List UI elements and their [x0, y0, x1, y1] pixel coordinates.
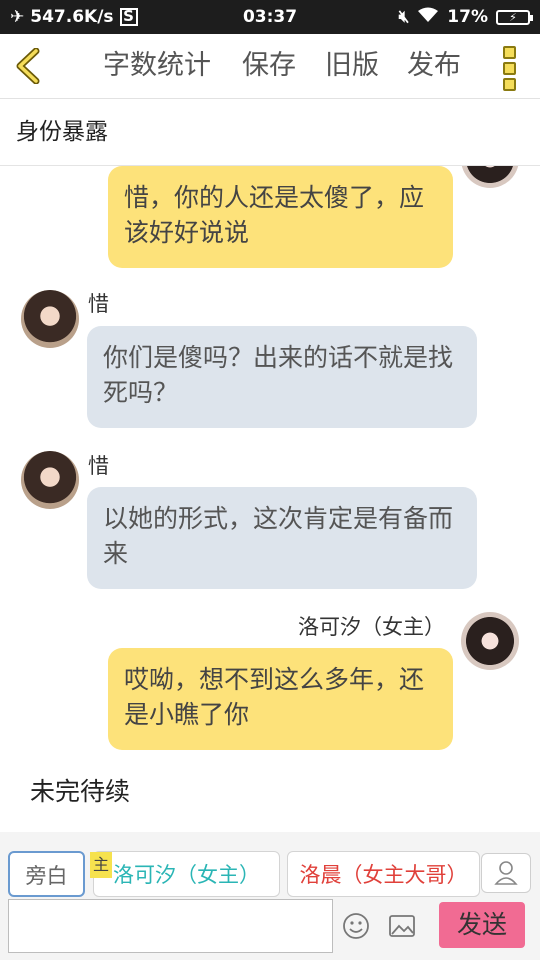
word-count-button[interactable]: 字数统计: [103, 34, 211, 98]
chapter-title[interactable]: 身份暴露: [16, 99, 108, 165]
message-bubble[interactable]: 惜，你的人还是太傻了，应该好好说说: [108, 166, 453, 268]
avatar[interactable]: [21, 290, 79, 348]
back-arrow-icon[interactable]: [12, 47, 46, 85]
sender-name: 惜: [88, 454, 109, 478]
message-bubble[interactable]: 以她的形式，这次肯定是有备而来: [87, 487, 477, 589]
chat-area[interactable]: 惜，你的人还是太傻了，应该好好说说 惜 你们是傻吗？出来的话不就是找死吗？ 惜 …: [0, 166, 540, 832]
role-bar: 旁白 洛可汐（女主） 主 洛晨（女主大哥） 发送: [0, 832, 540, 960]
status-bar: ✈ 547.6K/s S 03:37 🔇︎ 17% ⚡: [0, 0, 540, 34]
send-button[interactable]: 发送: [439, 902, 525, 948]
main-role-badge: 主: [90, 852, 112, 878]
message-bubble[interactable]: 你们是傻吗？出来的话不就是找死吗？: [87, 326, 477, 428]
sender-name: 惜: [88, 292, 109, 316]
user-icon: [494, 861, 518, 885]
emoji-icon[interactable]: [342, 912, 370, 940]
avatar[interactable]: [21, 451, 79, 509]
battery-icon: ⚡: [496, 9, 533, 25]
role-narration-button[interactable]: 旁白: [8, 851, 85, 897]
battery-level: 17%: [447, 7, 488, 27]
sender-name: 洛可汐（女主）: [298, 615, 445, 639]
message-bubble[interactable]: 哎呦，想不到这么多年，还是小瞧了你: [108, 648, 453, 750]
more-menu-icon[interactable]: [503, 46, 517, 91]
avatar[interactable]: [461, 612, 519, 670]
publish-button[interactable]: 发布: [407, 34, 461, 98]
avatar[interactable]: [461, 166, 519, 188]
add-role-button[interactable]: [481, 853, 531, 893]
wifi-icon: [417, 7, 439, 28]
to-be-continued-text: 未完待续: [30, 777, 131, 806]
save-button[interactable]: 保存: [242, 34, 296, 98]
message-input[interactable]: [8, 899, 333, 953]
image-icon[interactable]: [388, 912, 416, 940]
old-version-button[interactable]: 旧版: [325, 34, 379, 98]
mute-icon: 🔇︎: [398, 7, 410, 27]
role-luokexi-button[interactable]: 洛可汐（女主）: [93, 851, 280, 897]
role-luochen-button[interactable]: 洛晨（女主大哥）: [287, 851, 480, 897]
editor-toolbar: 字数统计 保存 旧版 发布: [0, 34, 540, 99]
